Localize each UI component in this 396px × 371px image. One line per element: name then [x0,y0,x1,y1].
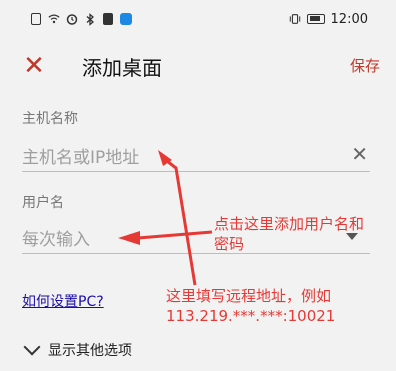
show-more-options[interactable]: 显示其他选项 [23,338,132,360]
status-time: 12:00 [330,11,368,27]
username-select-value: 每次输入 [22,230,90,250]
more-options-label: 显示其他选项 [48,343,132,359]
chat-icon [120,12,132,26]
battery-icon [306,14,325,24]
annotation-host-line2: 113.219.***.***:10021 [166,307,336,325]
status-left-icons [30,12,132,26]
chevron-down-icon [23,338,41,356]
annotation-username-line1: 点击这里添加用户名和 [214,215,365,233]
annotation-username: 点击这里添加用户名和 密码 [214,214,364,254]
toolbar: ✕ 添加桌面 保存 [0,38,396,94]
save-button[interactable]: 保存 [350,55,380,76]
close-icon[interactable]: ✕ [20,52,48,80]
bluetooth-icon [84,12,96,26]
user-field-label: 用户名 [22,195,64,211]
host-field-label: 主机名称 [22,111,78,127]
page-title: 添加桌面 [82,56,162,80]
vibrate-icon [289,12,301,26]
wifi-icon [48,12,60,26]
annotation-host: 这里填写远程地址，例如 113.219.***.***:10021 [166,286,335,326]
status-right-icons: 12:00 [289,12,368,27]
alarm-icon [66,12,78,26]
help-link[interactable]: 如何设置PC? [22,291,104,311]
host-input[interactable]: 主机名或IP地址 ✕ [22,140,370,172]
clear-icon[interactable]: ✕ [351,142,368,166]
annotation-host-line1: 这里填写远程地址，例如 [166,287,332,305]
sim-icon [30,12,42,26]
notification-icon [102,12,114,26]
status-bar: 12:00 [0,0,396,38]
annotation-username-line2: 密码 [214,235,245,253]
host-input-placeholder: 主机名或IP地址 [22,148,140,168]
